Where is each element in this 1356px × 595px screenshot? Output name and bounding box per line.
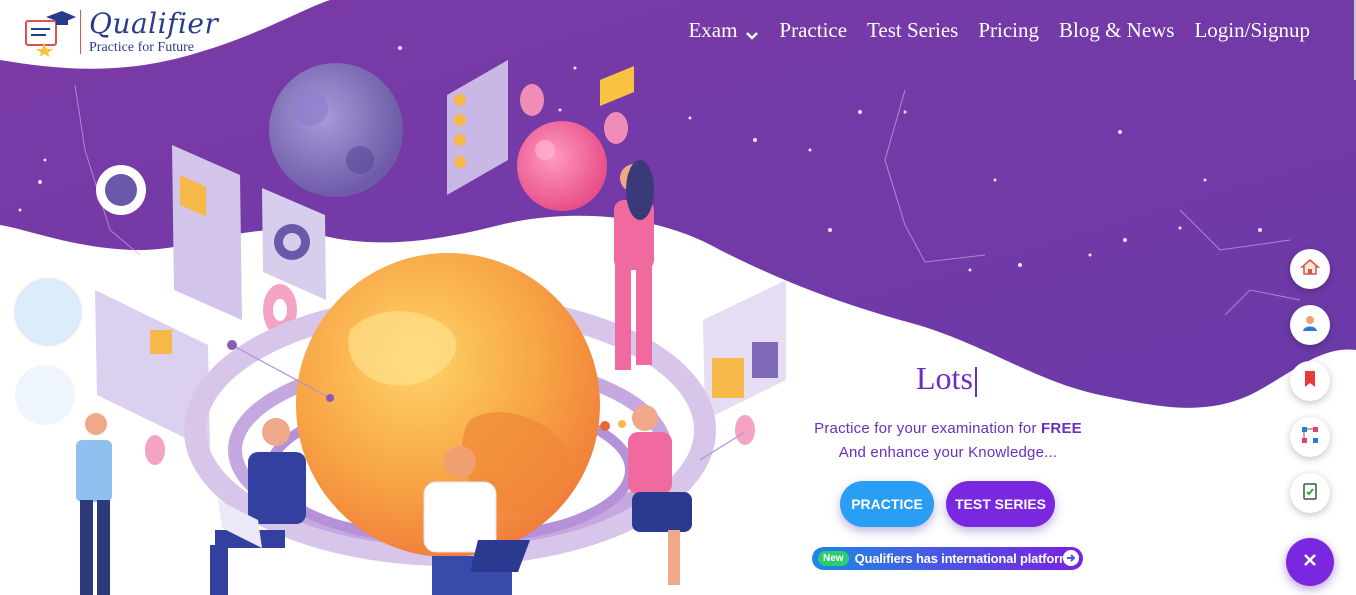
close-icon <box>1302 552 1318 573</box>
test-series-button[interactable]: TEST SERIES <box>946 481 1055 527</box>
nav-practice[interactable]: Practice <box>779 18 847 43</box>
checklist-icon <box>1300 481 1320 506</box>
nav-pricing[interactable]: Pricing <box>978 18 1039 43</box>
home-icon <box>1300 257 1320 282</box>
network-icon <box>1300 425 1320 450</box>
side-profile-button[interactable] <box>1290 305 1330 345</box>
hero-line1-emphasis: FREE <box>1041 420 1082 437</box>
hero-subtitle-line2: And enhance your Knowledge... <box>838 444 1058 461</box>
side-checklist-button[interactable] <box>1290 473 1330 513</box>
hero-line1-prefix: Practice for your examination for <box>814 420 1042 437</box>
bookmark-icon <box>1300 369 1320 394</box>
typed-text: Lots <box>916 360 973 396</box>
announcement-text: Qualifiers has international platform. <box>854 551 1074 566</box>
side-network-button[interactable] <box>1290 417 1330 457</box>
new-badge: New <box>818 551 849 566</box>
nav-login-signup[interactable]: Login/Signup <box>1194 18 1310 43</box>
typed-headline: Lots <box>916 360 977 397</box>
typing-caret <box>974 366 977 397</box>
logo-divider <box>80 10 81 54</box>
arrow-right-icon <box>1063 550 1079 566</box>
hero-illustration <box>0 0 1356 595</box>
chevron-down-icon <box>745 24 759 40</box>
brand-name: Qualifier <box>89 6 219 40</box>
user-icon <box>1300 313 1320 338</box>
nav-exam-label: Exam <box>688 18 738 42</box>
brand-logo[interactable]: Qualifier Practice for Future <box>22 6 232 58</box>
graduation-cap-icon <box>22 7 78 57</box>
brand-tagline: Practice for Future <box>89 39 194 55</box>
practice-button[interactable]: PRACTICE <box>840 481 934 527</box>
announcement-banner[interactable]: New Qualifiers has international platfor… <box>812 547 1083 570</box>
nav-exam[interactable]: Exam <box>688 18 759 43</box>
main-nav: Exam Practice Test Series Pricing Blog &… <box>688 18 1310 43</box>
side-home-button[interactable] <box>1290 249 1330 289</box>
nav-test-series[interactable]: Test Series <box>867 18 958 43</box>
side-bookmark-button[interactable] <box>1290 361 1330 401</box>
nav-blog-news[interactable]: Blog & News <box>1059 18 1175 43</box>
hero-subtitle-line1: Practice for your examination for FREE <box>812 420 1084 437</box>
close-fab-button[interactable] <box>1286 538 1334 586</box>
